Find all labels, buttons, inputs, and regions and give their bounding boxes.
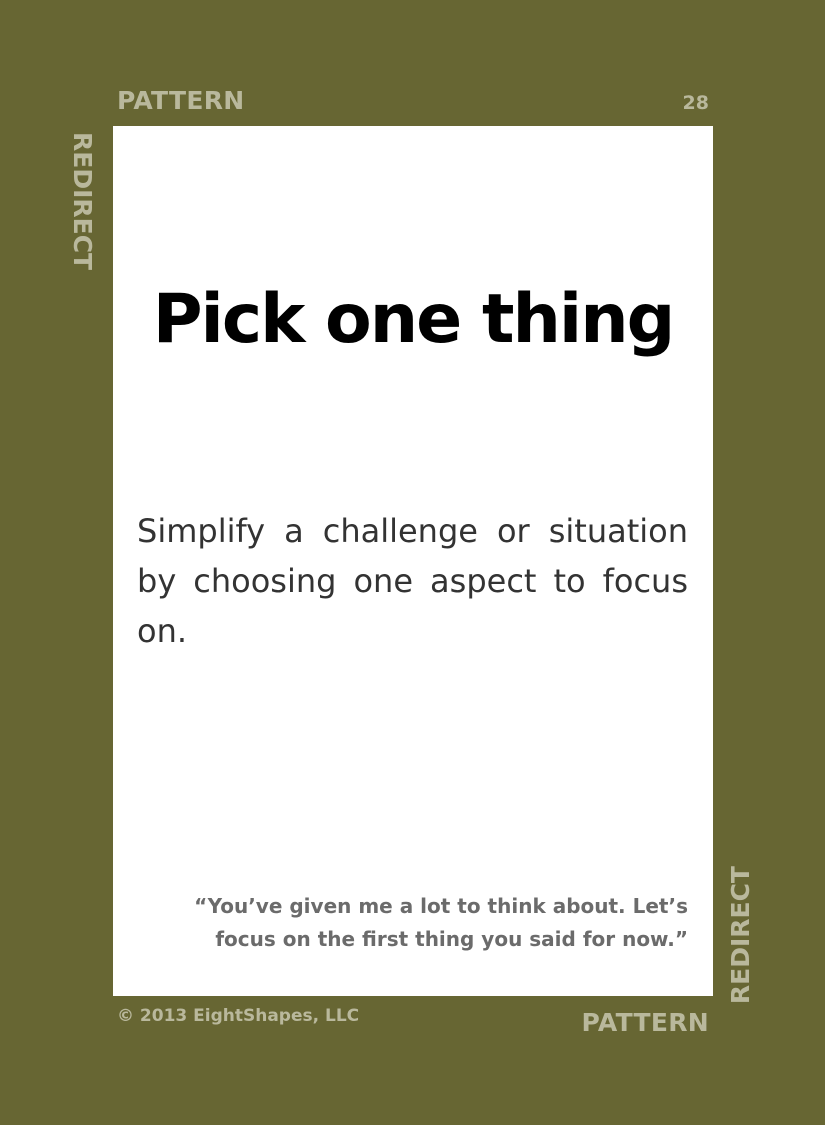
card-number: 28 bbox=[682, 92, 709, 114]
pattern-label-top: PATTERN bbox=[117, 86, 245, 115]
card-title: Pick one thing bbox=[152, 280, 676, 359]
card-border: PATTERN 28 REDIRECT Pick one thing Simpl… bbox=[0, 0, 825, 1125]
copyright-text: © 2013 EightShapes, LLC bbox=[117, 1006, 360, 1026]
category-label-right: REDIRECT bbox=[726, 866, 755, 1005]
card-quote: “You’ve given me a lot to think about. L… bbox=[194, 894, 688, 951]
category-label-left: REDIRECT bbox=[68, 132, 97, 271]
card-description: Simplify a challenge or situation by cho… bbox=[137, 512, 688, 650]
pattern-label-bottom: PATTERN bbox=[581, 1008, 709, 1037]
card-panel: Pick one thing Simplify a challenge or s… bbox=[113, 126, 713, 996]
